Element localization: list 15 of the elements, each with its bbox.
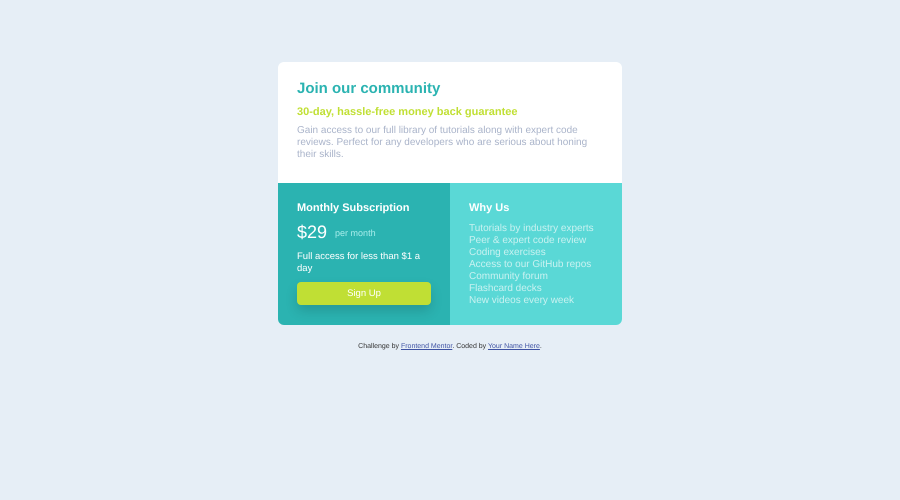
feature-item: Coding exercises <box>469 247 547 259</box>
feature-item: Peer & expert code review <box>469 235 588 247</box>
feature-item: Access to our GitHub repos <box>469 259 592 271</box>
access-note: Full access for less than $1 a day <box>297 251 422 275</box>
feature-item: New videos every week <box>469 295 576 307</box>
card-title: Join our community <box>297 80 442 97</box>
description-text: Gain access to our full library of tutorials along with expert code reviews. Perfect for any developers who are serious about honing their skills. <box>297 125 588 161</box>
guarantee-subtitle: 30-day, hassle-free money back guarantee <box>297 106 519 118</box>
why-us-heading: Why Us <box>469 202 510 214</box>
subscription-heading: Monthly Subscription <box>297 202 410 214</box>
feature-item: Flashcard decks <box>469 283 543 295</box>
feature-item: Tutorials by industry experts <box>469 223 595 235</box>
period-text: per month <box>335 228 376 238</box>
feature-item: Community forum <box>469 271 549 283</box>
price-text: $29 <box>297 222 328 243</box>
